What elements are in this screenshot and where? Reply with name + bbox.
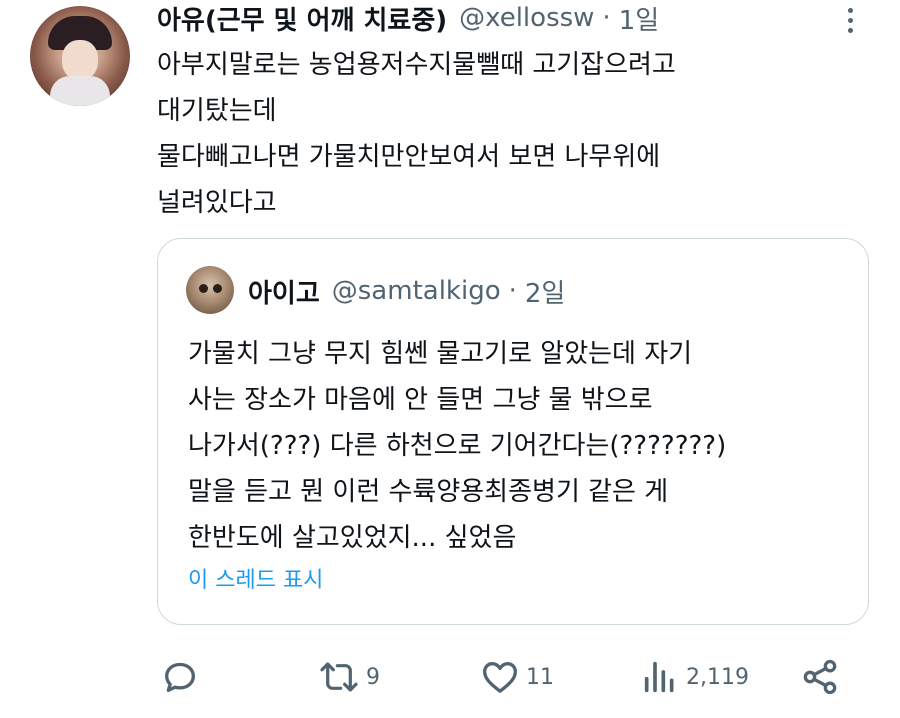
quoted-author-handle[interactable]: @samtalkigo xyxy=(332,276,501,306)
quoted-text-line: 가물치 그냥 무지 힘쎈 물고기로 알았는데 자기 xyxy=(188,339,693,369)
views-button[interactable]: 2,119 xyxy=(640,655,749,699)
avatar-collar xyxy=(50,76,110,106)
quoted-tweet-timestamp[interactable]: 2일 xyxy=(525,273,565,310)
tweet: 아유(근무 및 어깨 치료중) @xellossw · 1일 아부지말로는 농업… xyxy=(0,0,900,718)
author-handle[interactable]: @xellossw xyxy=(459,3,594,33)
avatar-eye xyxy=(199,284,208,293)
retweet-count: 9 xyxy=(366,664,380,690)
avatar-eye xyxy=(213,284,222,293)
quoted-text-line: 사는 장소가 마음에 안 들면 그냥 물 밖으로 xyxy=(188,385,653,415)
show-thread-link[interactable]: 이 스레드 표시 xyxy=(188,562,323,594)
views-count: 2,119 xyxy=(686,664,749,690)
reply-button[interactable] xyxy=(160,655,200,699)
views-icon xyxy=(644,661,674,693)
tweet-text-line: 물다빼고나면 가물치만안보여서 보면 나무위에 xyxy=(157,142,661,172)
retweet-icon xyxy=(320,662,358,692)
like-count: 11 xyxy=(526,664,554,690)
quoted-text-line: 말을 듣고 뭔 이런 수륙양용최종병기 같은 게 xyxy=(188,477,669,507)
tweet-header: 아유(근무 및 어깨 치료중) @xellossw · 1일 xyxy=(157,0,659,36)
quoted-text-line: 한반도에 살고있었지... 싶었음 xyxy=(188,523,517,553)
header-separator: · xyxy=(508,276,517,306)
quoted-text-line: 나가서(???) 다른 하천으로 기어간다는(???????) xyxy=(188,431,727,461)
more-options-icon[interactable] xyxy=(845,8,855,36)
like-button[interactable]: 11 xyxy=(480,655,554,699)
author-name[interactable]: 아유(근무 및 어깨 치료중) xyxy=(157,0,447,37)
retweet-button[interactable]: 9 xyxy=(318,655,380,699)
tweet-text-line: 널려있다고 xyxy=(157,188,277,218)
quoted-tweet-text: 가물치 그냥 무지 힘쎈 물고기로 알았는데 자기 사는 장소가 마음에 안 들… xyxy=(188,331,858,561)
tweet-actions: 9 11 2,119 xyxy=(160,655,850,699)
share-icon xyxy=(803,659,837,695)
quoted-tweet-header: 아이고 @samtalkigo · 2일 xyxy=(248,273,565,309)
share-button[interactable] xyxy=(800,655,840,699)
tweet-timestamp[interactable]: 1일 xyxy=(619,0,659,37)
author-avatar[interactable] xyxy=(30,6,130,106)
heart-icon xyxy=(483,662,517,693)
tweet-text-line: 아부지말로는 농업용저수지물뺄때 고기잡으려고 xyxy=(157,50,676,80)
avatar-face xyxy=(62,40,98,80)
header-separator: · xyxy=(602,3,611,33)
tweet-text-line: 대기탔는데 xyxy=(157,96,277,126)
tweet-text: 아부지말로는 농업용저수지물뺄때 고기잡으려고 대기탔는데 물다빼고나면 가물치… xyxy=(157,42,857,226)
quoted-author-avatar[interactable] xyxy=(186,266,234,314)
reply-icon xyxy=(165,662,195,692)
quoted-author-name[interactable]: 아이고 xyxy=(248,273,320,310)
quoted-tweet[interactable]: 아이고 @samtalkigo · 2일 가물치 그냥 무지 힘쎈 물고기로 알… xyxy=(157,238,869,625)
